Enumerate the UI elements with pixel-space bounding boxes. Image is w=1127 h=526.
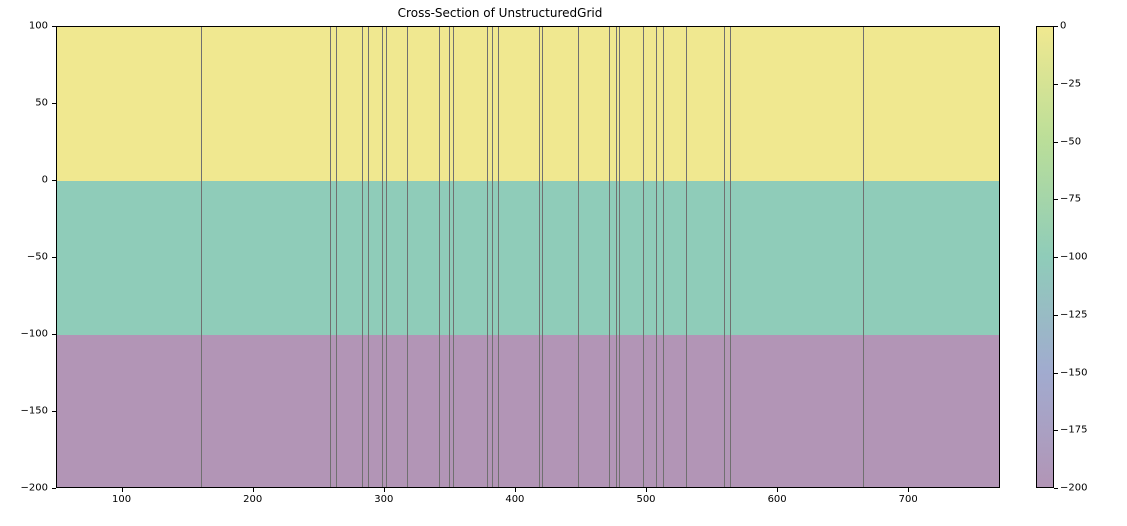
grid-vline	[730, 27, 731, 487]
colorbar-tick-label: −175	[1060, 425, 1108, 436]
y-tick-label: −50	[0, 252, 48, 263]
grid-vline	[492, 27, 493, 487]
grid-vline	[330, 27, 331, 487]
colorbar-tick	[1054, 488, 1058, 489]
x-tick	[515, 488, 516, 492]
grid-vline	[578, 27, 579, 487]
x-tick	[908, 488, 909, 492]
grid-vline	[542, 27, 543, 487]
grid-vline	[663, 27, 664, 487]
grid-vline	[449, 27, 450, 487]
grid-vline	[336, 27, 337, 487]
grid-vline	[439, 27, 440, 487]
colorbar-tick-label: 0	[1060, 21, 1108, 32]
colorbar-tick	[1054, 84, 1058, 85]
colorbar	[1036, 26, 1054, 488]
x-tick-label: 100	[102, 494, 142, 505]
grid-vline	[609, 27, 610, 487]
grid-vline	[863, 27, 864, 487]
y-tick-label: −150	[0, 406, 48, 417]
grid-vline	[498, 27, 499, 487]
grid-vline	[386, 27, 387, 487]
grid-vline	[382, 27, 383, 487]
y-tick	[52, 257, 56, 258]
y-tick-label: 0	[0, 175, 48, 186]
y-tick	[52, 180, 56, 181]
colorbar-tick	[1054, 257, 1058, 258]
grid-vline	[368, 27, 369, 487]
colorbar-tick-label: −125	[1060, 309, 1108, 320]
grid-vline	[201, 27, 202, 487]
grid-vline	[487, 27, 488, 487]
colorbar-tick	[1054, 26, 1058, 27]
grid-vline	[619, 27, 620, 487]
x-tick-label: 400	[495, 494, 535, 505]
grid-vline	[407, 27, 408, 487]
color-band	[57, 181, 999, 335]
y-tick	[52, 26, 56, 27]
colorbar-tick	[1054, 199, 1058, 200]
figure: Cross-Section of UnstructuredGrid 100 200…	[0, 0, 1127, 526]
x-tick	[646, 488, 647, 492]
grid-vline	[724, 27, 725, 487]
chart-title: Cross-Section of UnstructuredGrid	[0, 6, 1000, 20]
grid-vline	[453, 27, 454, 487]
colorbar-tick-label: −150	[1060, 367, 1108, 378]
grid-vline	[539, 27, 540, 487]
x-tick	[122, 488, 123, 492]
x-tick-label: 700	[888, 494, 928, 505]
x-tick	[253, 488, 254, 492]
y-tick	[52, 411, 56, 412]
colorbar-tick-label: −75	[1060, 194, 1108, 205]
y-tick	[52, 488, 56, 489]
x-tick-label: 300	[364, 494, 404, 505]
colorbar-tick	[1054, 142, 1058, 143]
y-tick-label: −200	[0, 483, 48, 494]
color-band	[57, 27, 999, 181]
y-tick	[52, 103, 56, 104]
grid-vline	[643, 27, 644, 487]
y-tick-label: −100	[0, 329, 48, 340]
colorbar-tick-label: −50	[1060, 136, 1108, 147]
colorbar-tick-label: −25	[1060, 78, 1108, 89]
x-tick-label: 200	[233, 494, 273, 505]
x-tick-label: 500	[626, 494, 666, 505]
colorbar-tick-label: −100	[1060, 252, 1108, 263]
colorbar-tick	[1054, 373, 1058, 374]
x-tick	[384, 488, 385, 492]
colorbar-tick	[1054, 315, 1058, 316]
colorbar-tick-label: −200	[1060, 483, 1108, 494]
colorbar-tick	[1054, 430, 1058, 431]
y-tick-label: 50	[0, 98, 48, 109]
plot-area	[56, 26, 1000, 488]
grid-vline	[362, 27, 363, 487]
color-band	[57, 335, 999, 488]
grid-vline	[686, 27, 687, 487]
y-tick	[52, 334, 56, 335]
grid-vline	[616, 27, 617, 487]
grid-vline	[656, 27, 657, 487]
x-tick-label: 600	[757, 494, 797, 505]
y-tick-label: 100	[0, 21, 48, 32]
x-tick	[777, 488, 778, 492]
